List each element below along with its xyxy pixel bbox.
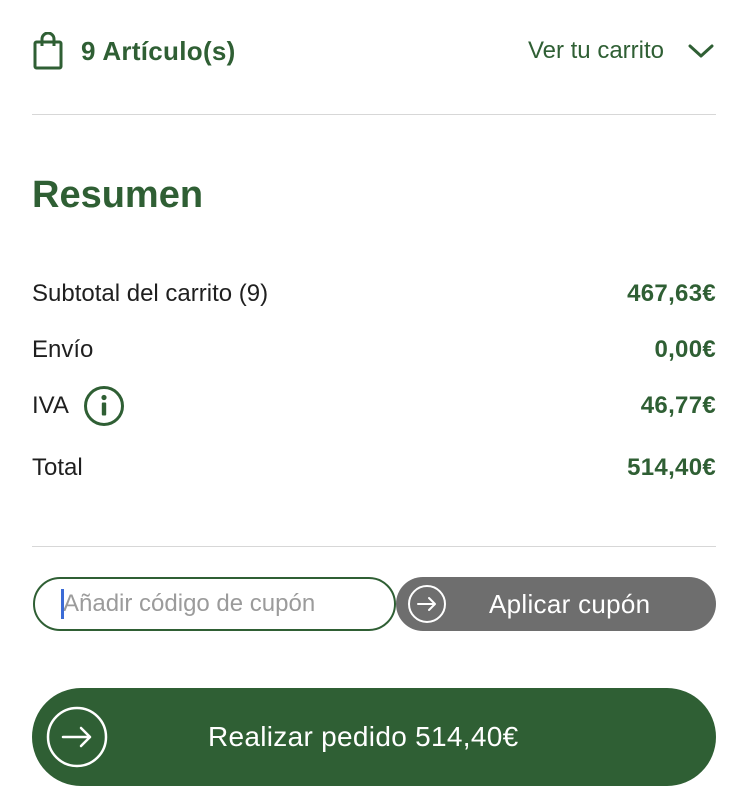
summary-row-total: Total 514,40€ bbox=[32, 448, 716, 488]
info-icon[interactable] bbox=[83, 385, 125, 427]
subtotal-value: 467,63€ bbox=[627, 280, 716, 307]
cart-item-count: 9 Artículo(s) bbox=[32, 31, 236, 71]
arrow-right-circle-icon bbox=[46, 706, 108, 768]
view-cart-label: Ver tu carrito bbox=[527, 37, 664, 64]
shipping-label: Envío bbox=[32, 336, 94, 363]
tax-label-wrap: IVA bbox=[32, 385, 125, 427]
tax-value: 46,77€ bbox=[640, 392, 716, 419]
chevron-down-icon bbox=[686, 36, 716, 66]
summary-divider bbox=[32, 546, 716, 547]
shopping-bag-icon bbox=[32, 31, 64, 71]
text-caret bbox=[61, 589, 64, 619]
coupon-code-input[interactable] bbox=[33, 577, 396, 631]
apply-coupon-label: Aplicar cupón bbox=[489, 588, 651, 619]
cart-item-count-label: 9 Artículo(s) bbox=[81, 35, 236, 66]
view-cart-toggle[interactable]: Ver tu carrito bbox=[528, 36, 716, 66]
subtotal-label: Subtotal del carrito (9) bbox=[32, 280, 269, 307]
header-divider bbox=[32, 114, 716, 115]
tax-label: IVA bbox=[32, 392, 69, 419]
summary-row-tax: IVA 46,77€ bbox=[32, 386, 716, 426]
total-label: Total bbox=[32, 454, 83, 481]
apply-coupon-button[interactable]: Aplicar cupón bbox=[396, 577, 716, 631]
summary-title: Resumen bbox=[32, 174, 204, 216]
arrow-right-circle-icon bbox=[407, 584, 447, 624]
summary-row-shipping: Envío 0,00€ bbox=[32, 330, 716, 370]
shipping-value: 0,00€ bbox=[654, 336, 716, 363]
place-order-label: Realizar pedido 514,40€ bbox=[208, 721, 519, 752]
total-value: 514,40€ bbox=[627, 454, 716, 481]
place-order-button[interactable]: Realizar pedido 514,40€ bbox=[32, 688, 716, 786]
summary-row-subtotal: Subtotal del carrito (9) 467,63€ bbox=[32, 274, 716, 314]
cart-header: 9 Artículo(s) Ver tu carrito bbox=[32, 26, 716, 76]
